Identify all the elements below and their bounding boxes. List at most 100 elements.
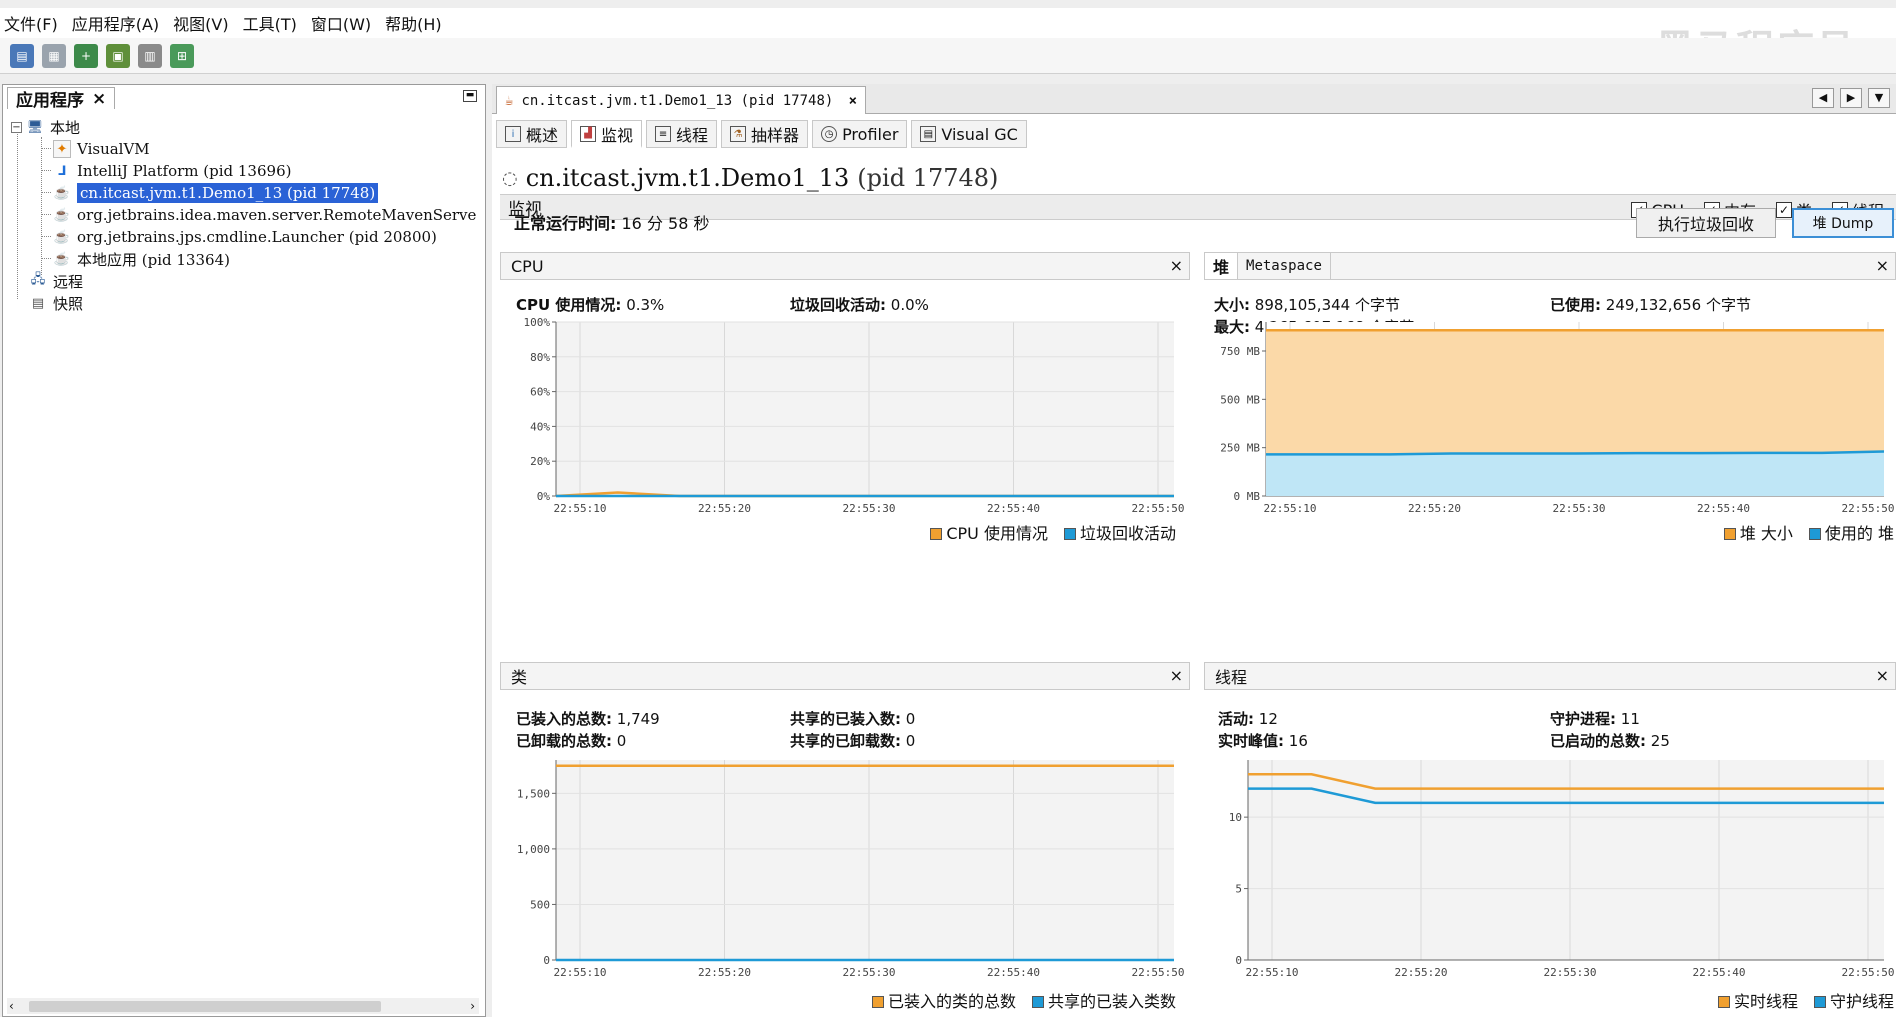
x-tick-label: 22:55:40 xyxy=(987,502,1040,515)
add-core-dump-icon[interactable]: ▥ xyxy=(138,43,162,68)
tab-metaspace[interactable]: Metaspace xyxy=(1238,253,1331,279)
close-icon[interactable]: × xyxy=(1876,666,1889,685)
applications-panel: 应用程序 × ▬ − 🖥 本地 ✦ VisualVM ⅃ IntelliJ Pl… xyxy=(2,84,486,1017)
tree-node-visualvm[interactable]: ✦ VisualVM xyxy=(53,137,150,161)
perform-gc-button[interactable]: 执行垃圾回收 xyxy=(1636,208,1776,238)
close-icon[interactable]: × xyxy=(1876,256,1889,275)
add-remote-host-icon[interactable]: ▣ xyxy=(106,43,130,68)
daemon-threads-stat: 守护进程: 11 xyxy=(1550,710,1640,728)
menu-help[interactable]: 帮助(H) xyxy=(385,11,442,35)
y-tick-label: 100% xyxy=(524,316,551,329)
remote-icon: 🖧 xyxy=(30,272,46,287)
java-app-icon: ☕ xyxy=(53,207,71,223)
x-tick-label: 22:55:50 xyxy=(1132,502,1185,515)
loading-spinner-icon: ◌ xyxy=(502,167,518,189)
x-tick-label: 22:55:40 xyxy=(1693,966,1746,979)
tree-node-jps-launcher[interactable]: ☕ org.jetbrains.jps.cmdline.Launcher (pi… xyxy=(53,225,437,249)
intellij-icon: ⅃ xyxy=(57,163,67,179)
menu-file[interactable]: 文件(F) xyxy=(4,11,58,35)
x-tick-label: 22:55:20 xyxy=(1395,966,1448,979)
tab-monitor[interactable]: ▟ 监视 xyxy=(571,120,643,148)
computer-icon: 🖥 xyxy=(26,119,44,135)
tree-node-local[interactable]: − 🖥 本地 xyxy=(11,115,80,139)
open-file-icon[interactable]: ▤ xyxy=(10,43,34,68)
menu-window[interactable]: 窗口(W) xyxy=(311,11,371,35)
chevron-right-icon[interactable]: › xyxy=(470,999,475,1013)
classes-panel: 类 × 已装入的总数: 1,749 已卸载的总数: 0 共享的已装入数: 0 共… xyxy=(500,662,1190,1017)
cpu-chart: 22:55:10 22:55:20 22:55:30 22:55:40 22:55:50… xyxy=(524,316,1185,515)
close-icon[interactable]: × xyxy=(849,93,857,109)
cpu-usage-stat: CPU 使用情况: 0.3% xyxy=(516,296,665,314)
java-app-icon: ☕ xyxy=(505,92,514,109)
tree-node-remote[interactable]: 🖧 远程 xyxy=(29,269,83,293)
applications-tab[interactable]: 应用程序 × xyxy=(7,87,116,111)
tree-node-snapshot[interactable]: ▤ 快照 xyxy=(29,291,83,315)
tree-node-local-app[interactable]: ☕ 本地应用 (pid 13364) xyxy=(53,247,230,271)
y-tick-label: 0% xyxy=(537,490,551,503)
menu-application[interactable]: 应用程序(A) xyxy=(72,11,159,35)
java-app-icon: ☕ xyxy=(53,251,71,267)
unloaded-classes-stat: 已卸载的总数: 0 xyxy=(516,732,627,750)
document-tab[interactable]: ☕ cn.itcast.jvm.t1.Demo1_13 (pid 17748) … xyxy=(496,86,866,114)
close-icon[interactable]: × xyxy=(1170,666,1183,685)
classes-panel-title: 类 xyxy=(511,668,528,687)
view-subtabs: i 概述 ▟ 监视 ≡ 线程 ⚗ 抽样器 ◷ Profiler ▤ Visual GC xyxy=(496,120,1027,150)
y-tick-label: 0 xyxy=(543,954,550,967)
collapse-icon[interactable]: − xyxy=(11,121,22,133)
chevron-left-icon[interactable]: ‹ xyxy=(9,999,14,1013)
add-snapshot-icon[interactable]: ⊞ xyxy=(170,43,194,68)
legend-heap-used: 使用的 堆 xyxy=(1808,520,1894,544)
x-tick-label: 22:55:30 xyxy=(843,966,896,979)
y-tick-label: 10 xyxy=(1229,811,1242,824)
close-icon[interactable]: × xyxy=(1170,256,1183,275)
chevron-right-icon[interactable]: ▶ xyxy=(1840,88,1862,108)
cpu-panel-title: CPU xyxy=(511,256,544,276)
menu-tools[interactable]: 工具(T) xyxy=(243,11,297,35)
tab-profiler[interactable]: ◷ Profiler xyxy=(812,120,908,148)
tree-node-intellij[interactable]: ⅃ IntelliJ Platform (pid 13696) xyxy=(53,159,292,183)
tab-overview[interactable]: i 概述 xyxy=(496,120,568,148)
threads-panel-title: 线程 xyxy=(1215,668,1248,687)
menu-view[interactable]: 视图(V) xyxy=(173,11,228,35)
uptime-label: 正常运行时间: xyxy=(514,214,617,233)
y-tick-label: 20% xyxy=(530,455,550,468)
threads-legend: 实时线程 守护线程 xyxy=(1717,988,1894,1012)
horizontal-scrollbar[interactable]: ‹ › xyxy=(7,998,479,1014)
toolbar: ▤ ▦ + ▣ ▥ ⊞ xyxy=(0,38,1896,74)
tree-node-maven-server[interactable]: ☕ org.jetbrains.idea.maven.server.Remote… xyxy=(53,203,477,227)
tab-heap[interactable]: 堆 xyxy=(1205,253,1239,279)
x-tick-label: 22:55:20 xyxy=(698,502,751,515)
cpu-panel: CPU × CPU 使用情况: 0.3% 垃圾回收活动: 0.0% 22:55:… xyxy=(500,252,1190,544)
close-icon[interactable]: × xyxy=(92,89,106,109)
y-tick-label: 5 xyxy=(1235,883,1242,896)
plot-area xyxy=(556,322,1174,496)
threads-panel: 线程 × 活动: 12 实时峰值: 16 守护进程: 11 已启动的总数: 25… xyxy=(1204,662,1896,1017)
tab-threads[interactable]: ≡ 线程 xyxy=(646,120,718,148)
add-jmx-connection-icon[interactable]: + xyxy=(74,43,98,68)
shared-loaded-stat: 共享的已装入数: 0 xyxy=(790,710,916,728)
check-icon: ✓ xyxy=(1775,202,1792,218)
y-tick-label: 750 MB xyxy=(1220,345,1260,358)
scrollbar-thumb[interactable] xyxy=(29,1001,381,1012)
y-tick-label: 80% xyxy=(530,351,550,364)
x-tick-label: 22:55:50 xyxy=(1842,502,1895,515)
x-tick-label: 22:55:10 xyxy=(554,966,607,979)
heap-dump-button[interactable]: 堆 Dump xyxy=(1792,208,1894,238)
minimize-icon[interactable]: ▬ xyxy=(463,90,477,102)
legend-gc-activity: 垃圾回收活动 xyxy=(1063,520,1176,544)
chevron-left-icon[interactable]: ◀ xyxy=(1812,88,1834,108)
tab-sampler[interactable]: ⚗ 抽样器 xyxy=(721,120,809,148)
classes-panel-header: 类 × xyxy=(500,662,1190,690)
tab-visual-gc[interactable]: ▤ Visual GC xyxy=(911,120,1027,148)
legend-live-threads: 实时线程 xyxy=(1717,988,1798,1012)
sampler-icon: ⚗ xyxy=(730,126,747,142)
x-tick-label: 22:55:30 xyxy=(843,502,896,515)
chevron-down-icon[interactable]: ▼ xyxy=(1868,88,1890,108)
save-icon[interactable]: ▦ xyxy=(42,43,66,68)
x-tick-label: 22:55:30 xyxy=(1553,502,1606,515)
java-app-icon: ☕ xyxy=(53,185,71,201)
legend-daemon-threads: 守护线程 xyxy=(1813,988,1894,1012)
classes-legend: 已装入的类的总数 共享的已装入类数 xyxy=(871,988,1176,1012)
legend-loaded-classes: 已装入的类的总数 xyxy=(871,988,1016,1012)
tree-node-demo1-13[interactable]: ☕ cn.itcast.jvm.t1.Demo1_13 (pid 17748) xyxy=(53,181,379,205)
